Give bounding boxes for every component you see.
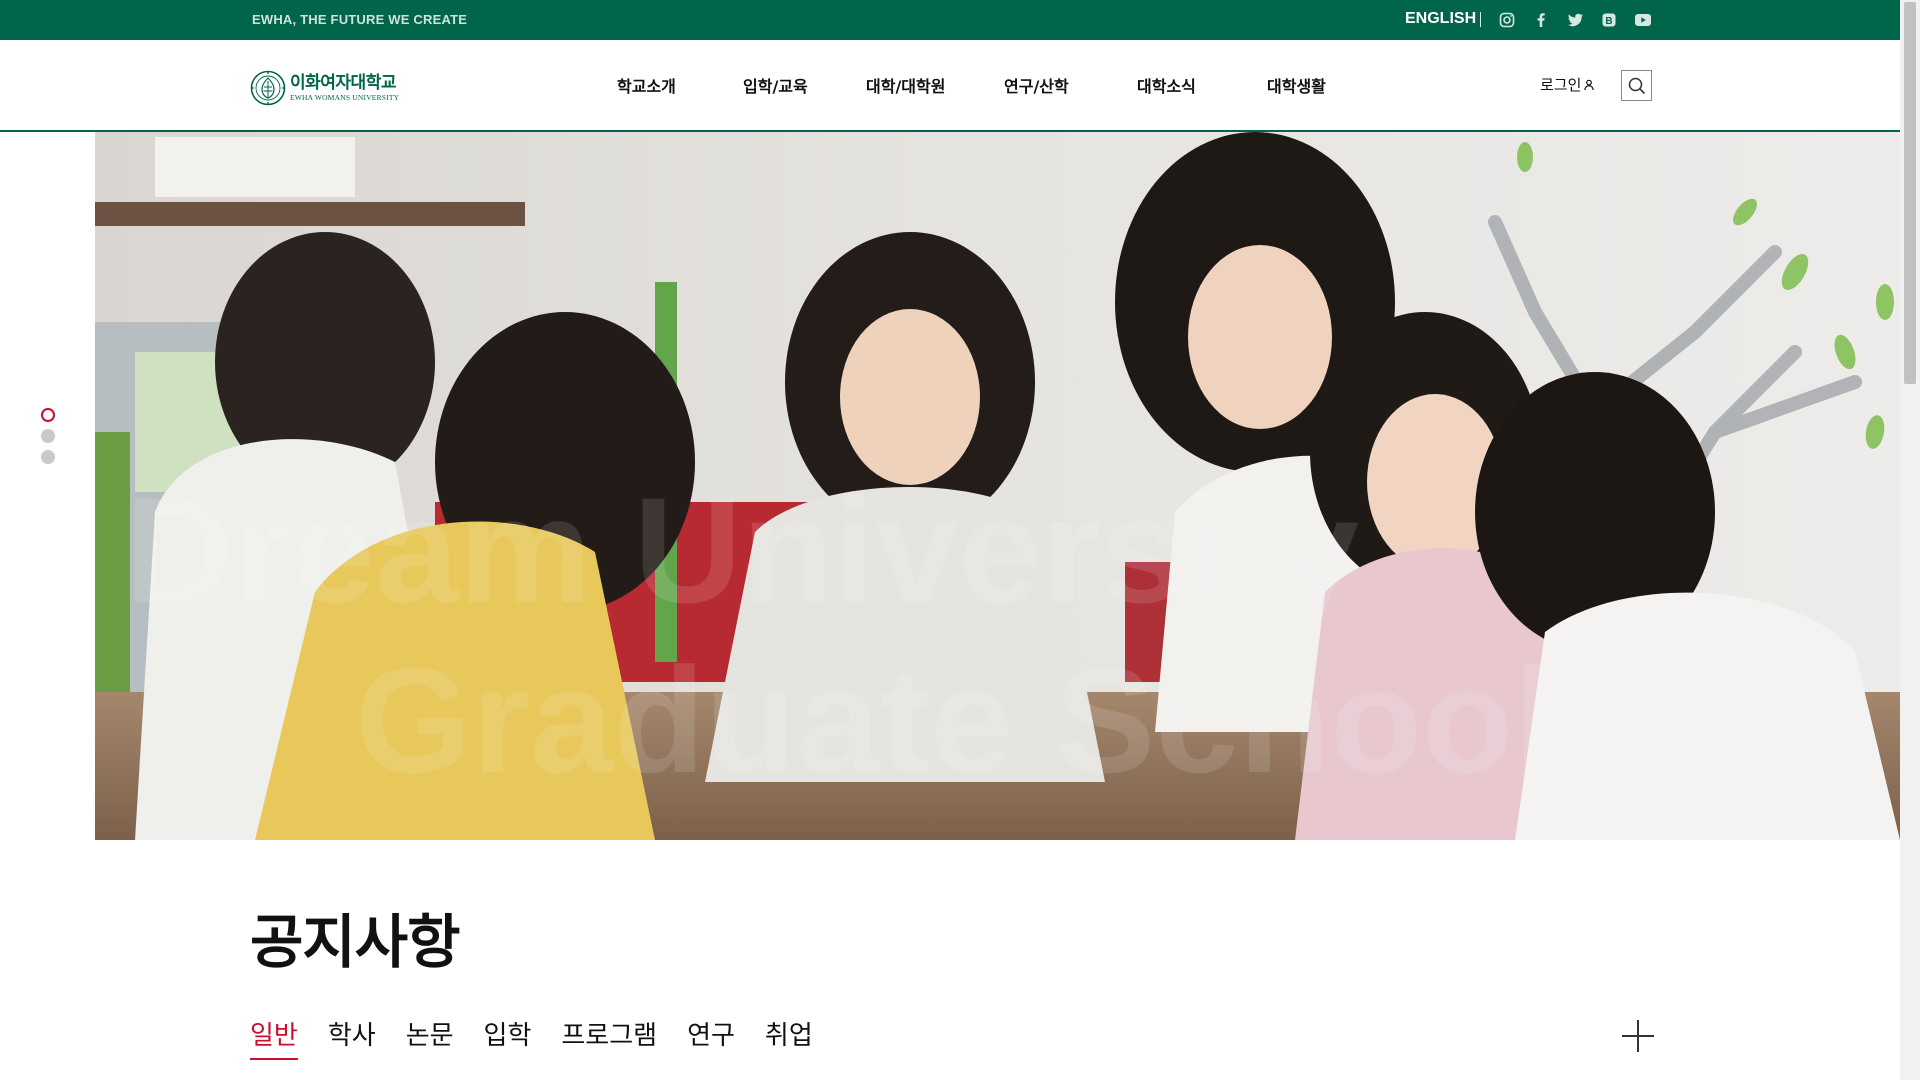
search-button[interactable] <box>1621 70 1652 101</box>
blog-icon[interactable]: B <box>1600 11 1618 29</box>
emblem-icon <box>250 70 286 106</box>
english-link[interactable]: ENGLISH <box>1405 10 1476 28</box>
scrollbar-thumb[interactable] <box>1904 2 1916 384</box>
youtube-icon[interactable] <box>1634 11 1652 29</box>
twitter-icon[interactable] <box>1566 11 1584 29</box>
facebook-icon[interactable] <box>1532 11 1550 29</box>
nav-item-about[interactable]: 학교소개 <box>617 73 676 97</box>
top-utility-bar: EWHA, THE FUTURE WE CREATE ENGLISH B <box>0 0 1900 40</box>
university-logo[interactable]: 이화여자대학교 EWHA WOMANS UNIVERSITY <box>250 68 405 108</box>
plus-icon[interactable] <box>1622 1020 1654 1052</box>
nav-item-colleges[interactable]: 대학/대학원 <box>866 73 945 97</box>
login-link[interactable]: 로그인 <box>1540 74 1595 95</box>
main-header: 이화여자대학교 EWHA WOMANS UNIVERSITY 학교소개 입학/교… <box>0 40 1900 132</box>
nav-item-news[interactable]: 대학소식 <box>1137 73 1196 97</box>
tab-admission[interactable]: 입학 <box>484 1015 532 1060</box>
user-icon <box>1584 79 1595 90</box>
slide-dot-3[interactable] <box>41 450 55 464</box>
hero-overlay-line-2: Graduate School <box>355 636 1555 804</box>
svg-text:B: B <box>1605 16 1612 27</box>
tab-employment[interactable]: 취업 <box>765 1015 813 1060</box>
slogan-text: EWHA, THE FUTURE WE CREATE <box>252 12 468 27</box>
notice-section-title: 공지사항 <box>250 908 460 976</box>
slide-dot-2[interactable] <box>41 429 55 443</box>
instagram-icon[interactable] <box>1498 11 1516 29</box>
logo-english-name: EWHA WOMANS UNIVERSITY <box>290 93 400 102</box>
login-label: 로그인 <box>1540 76 1582 94</box>
logo-korean-name: 이화여자대학교 <box>290 73 396 93</box>
notice-tabs: 일반 학사 논문 입학 프로그램 연구 취업 <box>250 1015 843 1060</box>
nav-item-research[interactable]: 연구/산학 <box>1004 73 1069 97</box>
page-scrollbar[interactable] <box>1900 0 1920 1080</box>
slide-indicator <box>41 408 55 471</box>
page: EWHA, THE FUTURE WE CREATE ENGLISH B 이화여… <box>0 0 1920 1080</box>
nav-item-admission[interactable]: 입학/교육 <box>743 73 808 97</box>
hero-banner-image: Dream University Graduate School <box>95 132 1900 840</box>
slide-dot-1[interactable] <box>41 408 55 422</box>
divider <box>1480 12 1481 27</box>
search-icon <box>1628 77 1645 94</box>
tab-thesis[interactable]: 논문 <box>406 1015 454 1060</box>
tab-research[interactable]: 연구 <box>687 1015 735 1060</box>
hero-overlay-line-1: Dream University <box>125 466 1359 634</box>
tab-academic[interactable]: 학사 <box>328 1015 376 1060</box>
tab-program[interactable]: 프로그램 <box>561 1015 657 1060</box>
tab-general[interactable]: 일반 <box>250 1015 298 1060</box>
nav-item-campus-life[interactable]: 대학생활 <box>1267 73 1326 97</box>
